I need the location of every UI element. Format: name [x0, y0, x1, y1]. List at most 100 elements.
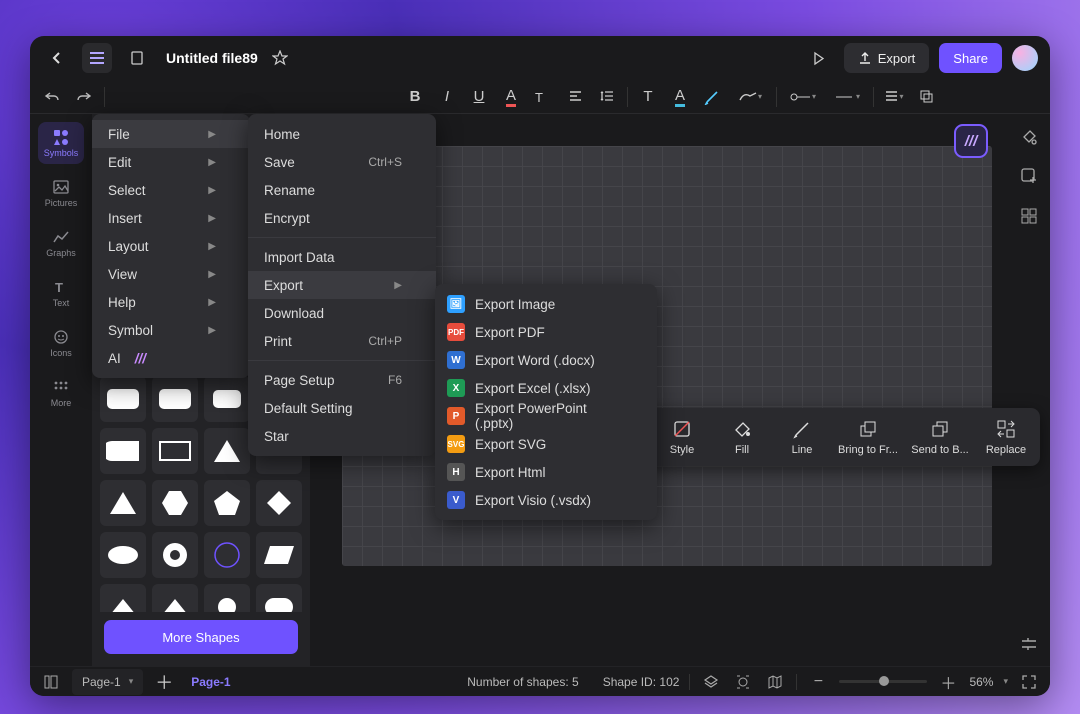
line-spacing-icon[interactable]: [591, 83, 623, 111]
focus-icon[interactable]: [732, 671, 754, 693]
shape-triangle-3[interactable]: [100, 584, 146, 612]
undo-icon[interactable]: [36, 83, 68, 111]
export-visio[interactable]: VExport Visio (.vsdx): [435, 486, 657, 514]
redo-icon[interactable]: [68, 83, 100, 111]
connector-icon[interactable]: ▾: [728, 83, 772, 111]
shape-triangle-4[interactable]: [152, 584, 198, 612]
highlight-icon[interactable]: A: [664, 83, 696, 111]
file-rename[interactable]: Rename: [248, 176, 436, 204]
shape-ellipse[interactable]: [100, 532, 146, 578]
add-page-icon[interactable]: ＋: [153, 671, 175, 693]
star-icon[interactable]: [268, 43, 292, 73]
chevron-down-icon[interactable]: ▾: [1003, 676, 1008, 687]
underline-icon[interactable]: U: [463, 83, 495, 111]
font-color-icon[interactable]: A: [495, 83, 527, 111]
file-save[interactable]: SaveCtrl+S: [248, 148, 436, 176]
file-print[interactable]: PrintCtrl+P: [248, 327, 436, 355]
export-pdf[interactable]: PDFExport PDF: [435, 318, 657, 346]
fill-bucket-icon[interactable]: [1017, 124, 1041, 148]
menu-ai[interactable]: AI///: [92, 344, 250, 372]
text-tool-icon[interactable]: T: [632, 83, 664, 111]
ai-badge[interactable]: ///: [954, 124, 988, 158]
shape-rounded-rect-2[interactable]: [152, 376, 198, 422]
shape-rounded-rect-1[interactable]: [100, 376, 146, 422]
back-button[interactable]: [42, 43, 72, 73]
zoom-in-icon[interactable]: ＋: [937, 671, 959, 693]
export-word[interactable]: WExport Word (.docx): [435, 346, 657, 374]
ctx-fill[interactable]: Fill: [712, 414, 772, 460]
export-html[interactable]: HExport Html: [435, 458, 657, 486]
ctx-line[interactable]: Line: [772, 414, 832, 460]
menu-layout[interactable]: Layout▶: [92, 232, 250, 260]
file-download[interactable]: Download: [248, 299, 436, 327]
shape-pentagon[interactable]: [204, 480, 250, 526]
shape-circle-outline[interactable]: [204, 532, 250, 578]
line-cap-start-icon[interactable]: ▾: [781, 83, 825, 111]
zoom-slider[interactable]: [839, 680, 927, 683]
file-import-data[interactable]: Import Data: [248, 243, 436, 271]
file-home[interactable]: Home: [248, 120, 436, 148]
shape-rect-outline[interactable]: [152, 428, 198, 474]
export-image[interactable]: 🖼Export Image: [435, 290, 657, 318]
menu-file[interactable]: File▶: [92, 120, 250, 148]
page-layout-icon[interactable]: [40, 671, 62, 693]
shape-half-rounded[interactable]: [100, 428, 146, 474]
brush-icon[interactable]: [696, 83, 728, 111]
grid-view-icon[interactable]: [1017, 204, 1041, 228]
shape-parallelogram[interactable]: [256, 532, 302, 578]
file-encrypt[interactable]: Encrypt: [248, 204, 436, 232]
file-export[interactable]: Export▶: [248, 271, 436, 299]
share-button[interactable]: Share: [939, 43, 1002, 73]
filename-label[interactable]: Untitled file89: [166, 50, 258, 66]
shape-rounded-rect-3[interactable]: [204, 376, 250, 422]
ctx-style[interactable]: Style: [652, 414, 712, 460]
line-cap-end-icon[interactable]: ▾: [825, 83, 869, 111]
text-size-icon[interactable]: T: [527, 83, 559, 111]
fullscreen-icon[interactable]: [1018, 671, 1040, 693]
menu-view[interactable]: View▶: [92, 260, 250, 288]
shape-circle-small[interactable]: [204, 584, 250, 612]
file-default-setting[interactable]: Default Setting: [248, 394, 436, 422]
ctx-bring-front[interactable]: Bring to Fr...: [832, 414, 904, 460]
rail-symbols[interactable]: Symbols: [38, 122, 84, 164]
bold-icon[interactable]: B: [399, 83, 431, 111]
more-shapes-button[interactable]: More Shapes: [104, 620, 298, 654]
export-svg[interactable]: SVGExport SVG: [435, 430, 657, 458]
rail-icons[interactable]: Icons: [38, 322, 84, 364]
avatar[interactable]: [1012, 45, 1038, 71]
shape-triangle-up[interactable]: [204, 428, 250, 474]
ctx-send-back[interactable]: Send to B...: [904, 414, 976, 460]
shape-rounded-4[interactable]: [256, 584, 302, 612]
menu-symbol[interactable]: Symbol▶: [92, 316, 250, 344]
export-powerpoint[interactable]: PExport PowerPoint (.pptx): [435, 402, 657, 430]
rail-text[interactable]: T Text: [38, 272, 84, 314]
menu-edit[interactable]: Edit▶: [92, 148, 250, 176]
menu-insert[interactable]: Insert▶: [92, 204, 250, 232]
hamburger-menu-button[interactable]: [82, 43, 112, 73]
export-button[interactable]: Export: [844, 43, 930, 73]
shape-donut[interactable]: [152, 532, 198, 578]
distribute-icon[interactable]: ▾: [878, 83, 910, 111]
italic-icon[interactable]: I: [431, 83, 463, 111]
zoom-out-icon[interactable]: −: [807, 671, 829, 693]
play-icon[interactable]: [804, 43, 834, 73]
shape-hexagon[interactable]: [152, 480, 198, 526]
panel-toggle-icon[interactable]: [1017, 632, 1041, 656]
file-page-setup[interactable]: Page SetupF6: [248, 366, 436, 394]
map-icon[interactable]: [764, 671, 786, 693]
shape-triangle-2[interactable]: [100, 480, 146, 526]
layers-status-icon[interactable]: [700, 671, 722, 693]
ctx-replace[interactable]: Replace: [976, 414, 1036, 460]
page-dropdown[interactable]: Page-1 ▾: [72, 669, 143, 695]
rail-pictures[interactable]: Pictures: [38, 172, 84, 214]
export-excel[interactable]: XExport Excel (.xlsx): [435, 374, 657, 402]
rail-more[interactable]: More: [38, 372, 84, 414]
menu-help[interactable]: Help▶: [92, 288, 250, 316]
layers-icon[interactable]: [910, 83, 942, 111]
align-left-icon[interactable]: [559, 83, 591, 111]
rail-graphs[interactable]: Graphs: [38, 222, 84, 264]
file-star[interactable]: Star: [248, 422, 436, 450]
shape-diamond[interactable]: [256, 480, 302, 526]
add-element-icon[interactable]: [1017, 164, 1041, 188]
menu-select[interactable]: Select▶: [92, 176, 250, 204]
